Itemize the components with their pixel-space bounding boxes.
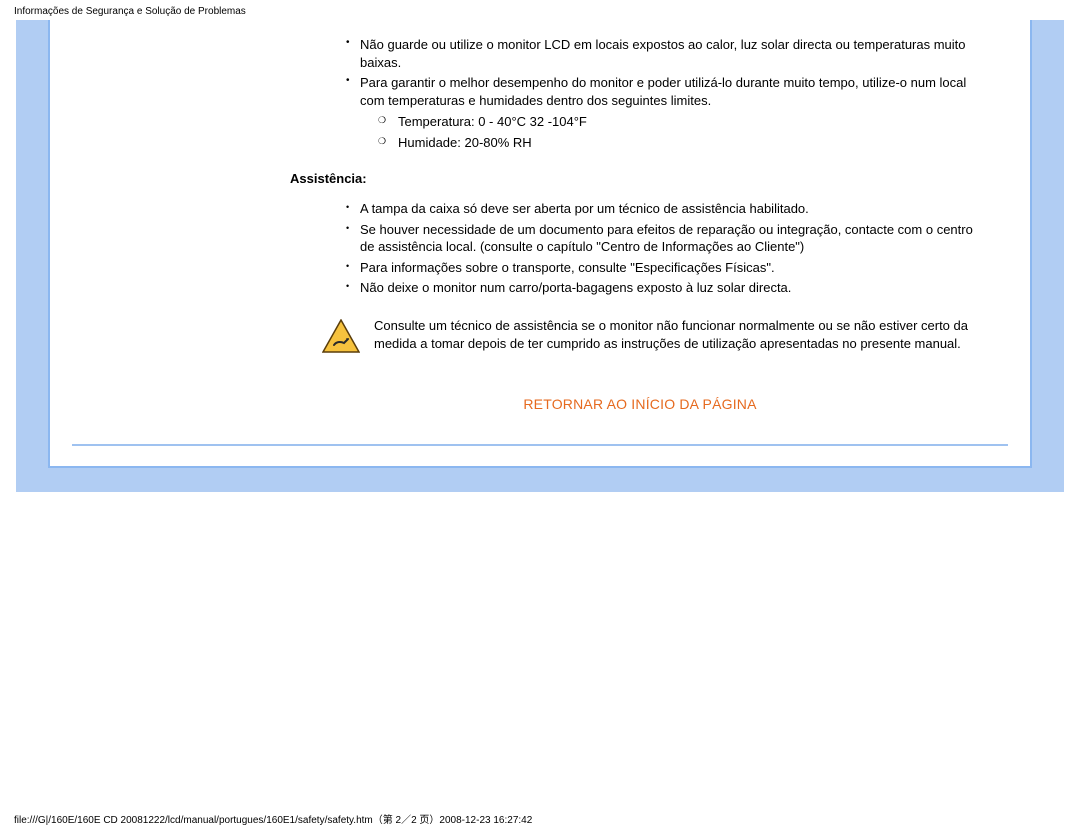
footer-path: file:///G|/160E/160E CD 20081222/lcd/man…	[14, 815, 532, 826]
return-to-top-link[interactable]: RETORNAR AO INÍCIO DA PÁGINA	[523, 396, 756, 412]
top-bullet-list: Não guarde ou utilize o monitor LCD em l…	[290, 36, 990, 151]
list-item: Para garantir o melhor desempenho do mon…	[360, 74, 990, 151]
return-to-top-link-wrap: RETORNAR AO INÍCIO DA PÁGINA	[290, 396, 990, 412]
list-item: Não guarde ou utilize o monitor LCD em l…	[360, 36, 990, 71]
list-item: Temperatura: 0 - 40°C 32 -104°F	[398, 113, 990, 131]
assist-bullet-list: A tampa da caixa só deve ser aberta por …	[290, 200, 990, 297]
list-item: Não deixe o monitor num carro/porta-baga…	[360, 279, 990, 297]
list-item-text: Não deixe o monitor num carro/porta-baga…	[360, 280, 791, 295]
list-item: Se houver necessidade de um documento pa…	[360, 221, 990, 256]
divider	[72, 444, 1008, 446]
warning-row: Consulte um técnico de assistência se o …	[290, 317, 990, 356]
warning-text: Consulte um técnico de assistência se o …	[374, 317, 990, 352]
list-item-text: Para informações sobre o transporte, con…	[360, 260, 775, 275]
list-item-text: Não guarde ou utilize o monitor LCD em l…	[360, 37, 966, 70]
list-item-text: Humidade: 20-80% RH	[398, 135, 532, 150]
list-item-text: A tampa da caixa só deve ser aberta por …	[360, 201, 809, 216]
list-item: Humidade: 20-80% RH	[398, 134, 990, 152]
content-card: Não guarde ou utilize o monitor LCD em l…	[48, 20, 1032, 468]
page-footer: file:///G|/160E/160E CD 20081222/lcd/man…	[14, 811, 532, 826]
content-wrap: Não guarde ou utilize o monitor LCD em l…	[50, 36, 1030, 412]
page-header: Informações de Segurança e Solução de Pr…	[14, 6, 246, 17]
list-item: A tampa da caixa só deve ser aberta por …	[360, 200, 990, 218]
list-item-text: Temperatura: 0 - 40°C 32 -104°F	[398, 114, 587, 129]
list-item-text: Para garantir o melhor desempenho do mon…	[360, 75, 966, 108]
section-heading-text: Assistência:	[290, 171, 367, 186]
list-item-text: Se houver necessidade de um documento pa…	[360, 222, 973, 255]
section-heading-assistencia: Assistência:	[290, 171, 990, 186]
list-item: Para informações sobre o transporte, con…	[360, 259, 990, 277]
page-header-title: Informações de Segurança e Solução de Pr…	[14, 6, 246, 17]
warning-triangle-icon	[322, 319, 360, 356]
outer-panel: Não guarde ou utilize o monitor LCD em l…	[16, 20, 1064, 492]
sub-bullet-list: Temperatura: 0 - 40°C 32 -104°F Humidade…	[360, 113, 990, 151]
